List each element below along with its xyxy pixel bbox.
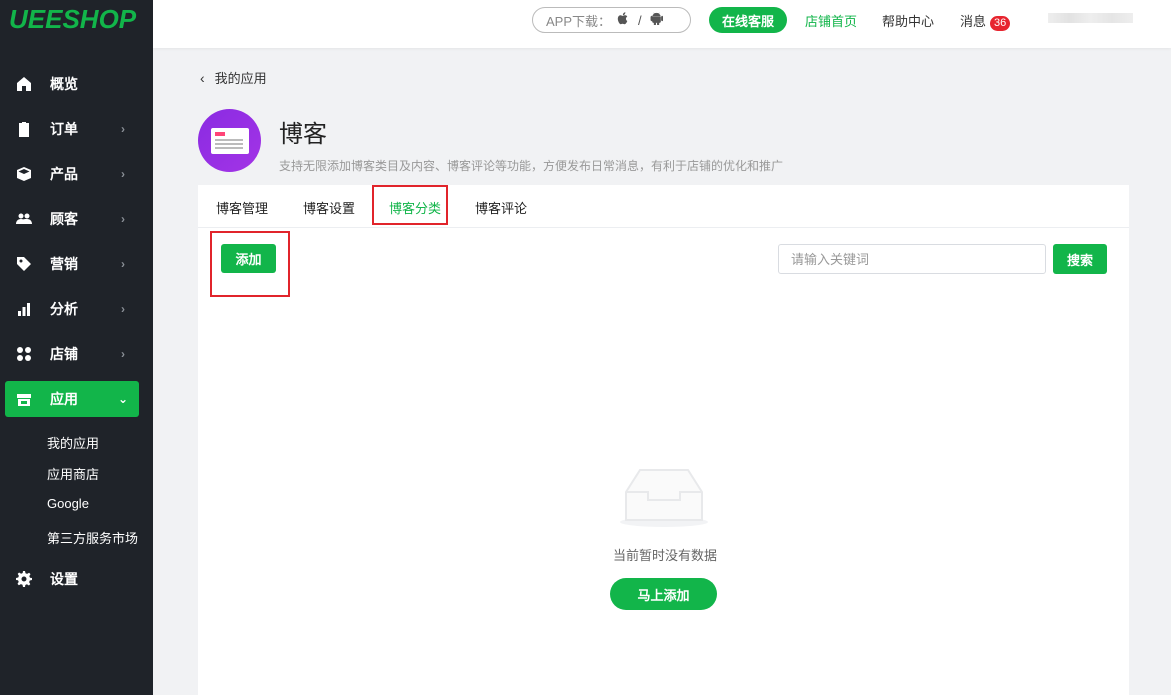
sidebar-subitem-my-apps[interactable]: 我的应用 [47,433,99,452]
sidebar-item-orders[interactable]: 订单 › [5,111,139,147]
chevron-down-icon: ⌄ [117,392,129,406]
sidebar-item-products[interactable]: 产品 › [5,156,139,192]
app-download-label: APP下载： [546,13,612,29]
sidebar-subitem-app-store[interactable]: 应用商店 [47,464,99,483]
sidebar-item-customers[interactable]: 顾客 › [5,201,139,237]
store-home-link[interactable]: 店铺首页 [805,11,857,30]
empty-state-text: 当前暂时没有数据 [613,548,718,563]
home-icon [16,76,32,92]
sidebar-item-apps[interactable]: 应用 ⌄ [5,381,139,417]
grid-icon [16,346,32,362]
user-account[interactable] [1048,13,1133,23]
chevron-right-icon: › [121,167,125,181]
sidebar-subitem-google[interactable]: Google [47,496,89,511]
breadcrumb-label: 我的应用 [214,71,267,86]
sidebar-item-label: 产品 [50,166,78,182]
users-icon [16,211,32,227]
search-input[interactable] [778,244,1046,274]
quick-add-button[interactable]: 马上添加 [610,578,717,610]
sidebar-item-label: 概览 [50,76,78,92]
sidebar-item-label: 应用 [50,391,78,407]
sidebar: UEESHOP 概览 订单 › 产品 › 顾客 › 营销 › 分析 › 店铺 ›… [0,0,153,695]
sidebar-item-analytics[interactable]: 分析 › [5,291,139,327]
chevron-right-icon: › [121,122,125,136]
app-download: APP下载： / [532,7,691,33]
messages-link[interactable]: 消息 36 [960,11,1011,31]
sidebar-item-overview[interactable]: 概览 [5,66,139,102]
sidebar-item-label: 店铺 [50,346,78,362]
chevron-right-icon: › [121,257,125,271]
help-center-link[interactable]: 帮助中心 [882,11,934,30]
order-icon [16,121,32,137]
tab-blog-settings[interactable]: 博客设置 [303,198,355,217]
brand-logo[interactable]: UEESHOP [9,4,136,35]
sidebar-item-label: 分析 [50,301,78,317]
search-button[interactable]: 搜索 [1053,244,1107,274]
android-icon[interactable] [650,12,663,28]
sidebar-subitem-third-party[interactable]: 第三方服务市场 [47,528,138,547]
messages-label: 消息 [960,14,987,29]
tag-icon [16,256,32,272]
sidebar-item-settings[interactable]: 设置 [5,561,139,597]
tab-blog-management[interactable]: 博客管理 [216,198,268,217]
blog-app-icon [198,109,261,172]
highlight-box-tab [372,185,448,225]
sidebar-item-marketing[interactable]: 营销 › [5,246,139,282]
chevron-left-icon[interactable]: ‹ [200,70,205,86]
highlight-box-add [210,231,290,297]
sidebar-item-label: 设置 [50,571,78,587]
chevron-right-icon: › [121,302,125,316]
chevron-right-icon: › [121,347,125,361]
empty-inbox-icon [620,469,708,527]
sidebar-item-label: 营销 [50,256,78,272]
gear-icon [16,571,32,587]
topbar: APP下载： / 在线客服 店铺首页 帮助中心 消息 36 [153,0,1171,48]
sidebar-item-store[interactable]: 店铺 › [5,336,139,372]
tab-blog-comments[interactable]: 博客评论 [475,198,527,217]
message-count-badge: 36 [990,16,1011,31]
app-description: 支持无限添加博客类目及内容、博客评论等功能，方便发布日常消息，有利于店铺的优化和… [279,159,784,173]
online-service-button[interactable]: 在线客服 [709,7,787,33]
separator: / [638,12,642,28]
box-icon [16,166,32,182]
page-title: 博客 [279,121,327,148]
breadcrumb[interactable]: ‹ 我的应用 [200,68,267,87]
chevron-right-icon: › [121,212,125,226]
store-icon [16,391,32,407]
sidebar-item-label: 订单 [50,121,78,137]
sidebar-item-label: 顾客 [50,211,78,227]
bar-chart-icon [16,301,32,317]
tab-bar: 博客管理 博客设置 博客分类 博客评论 [198,185,1129,228]
apple-icon[interactable] [617,12,630,28]
